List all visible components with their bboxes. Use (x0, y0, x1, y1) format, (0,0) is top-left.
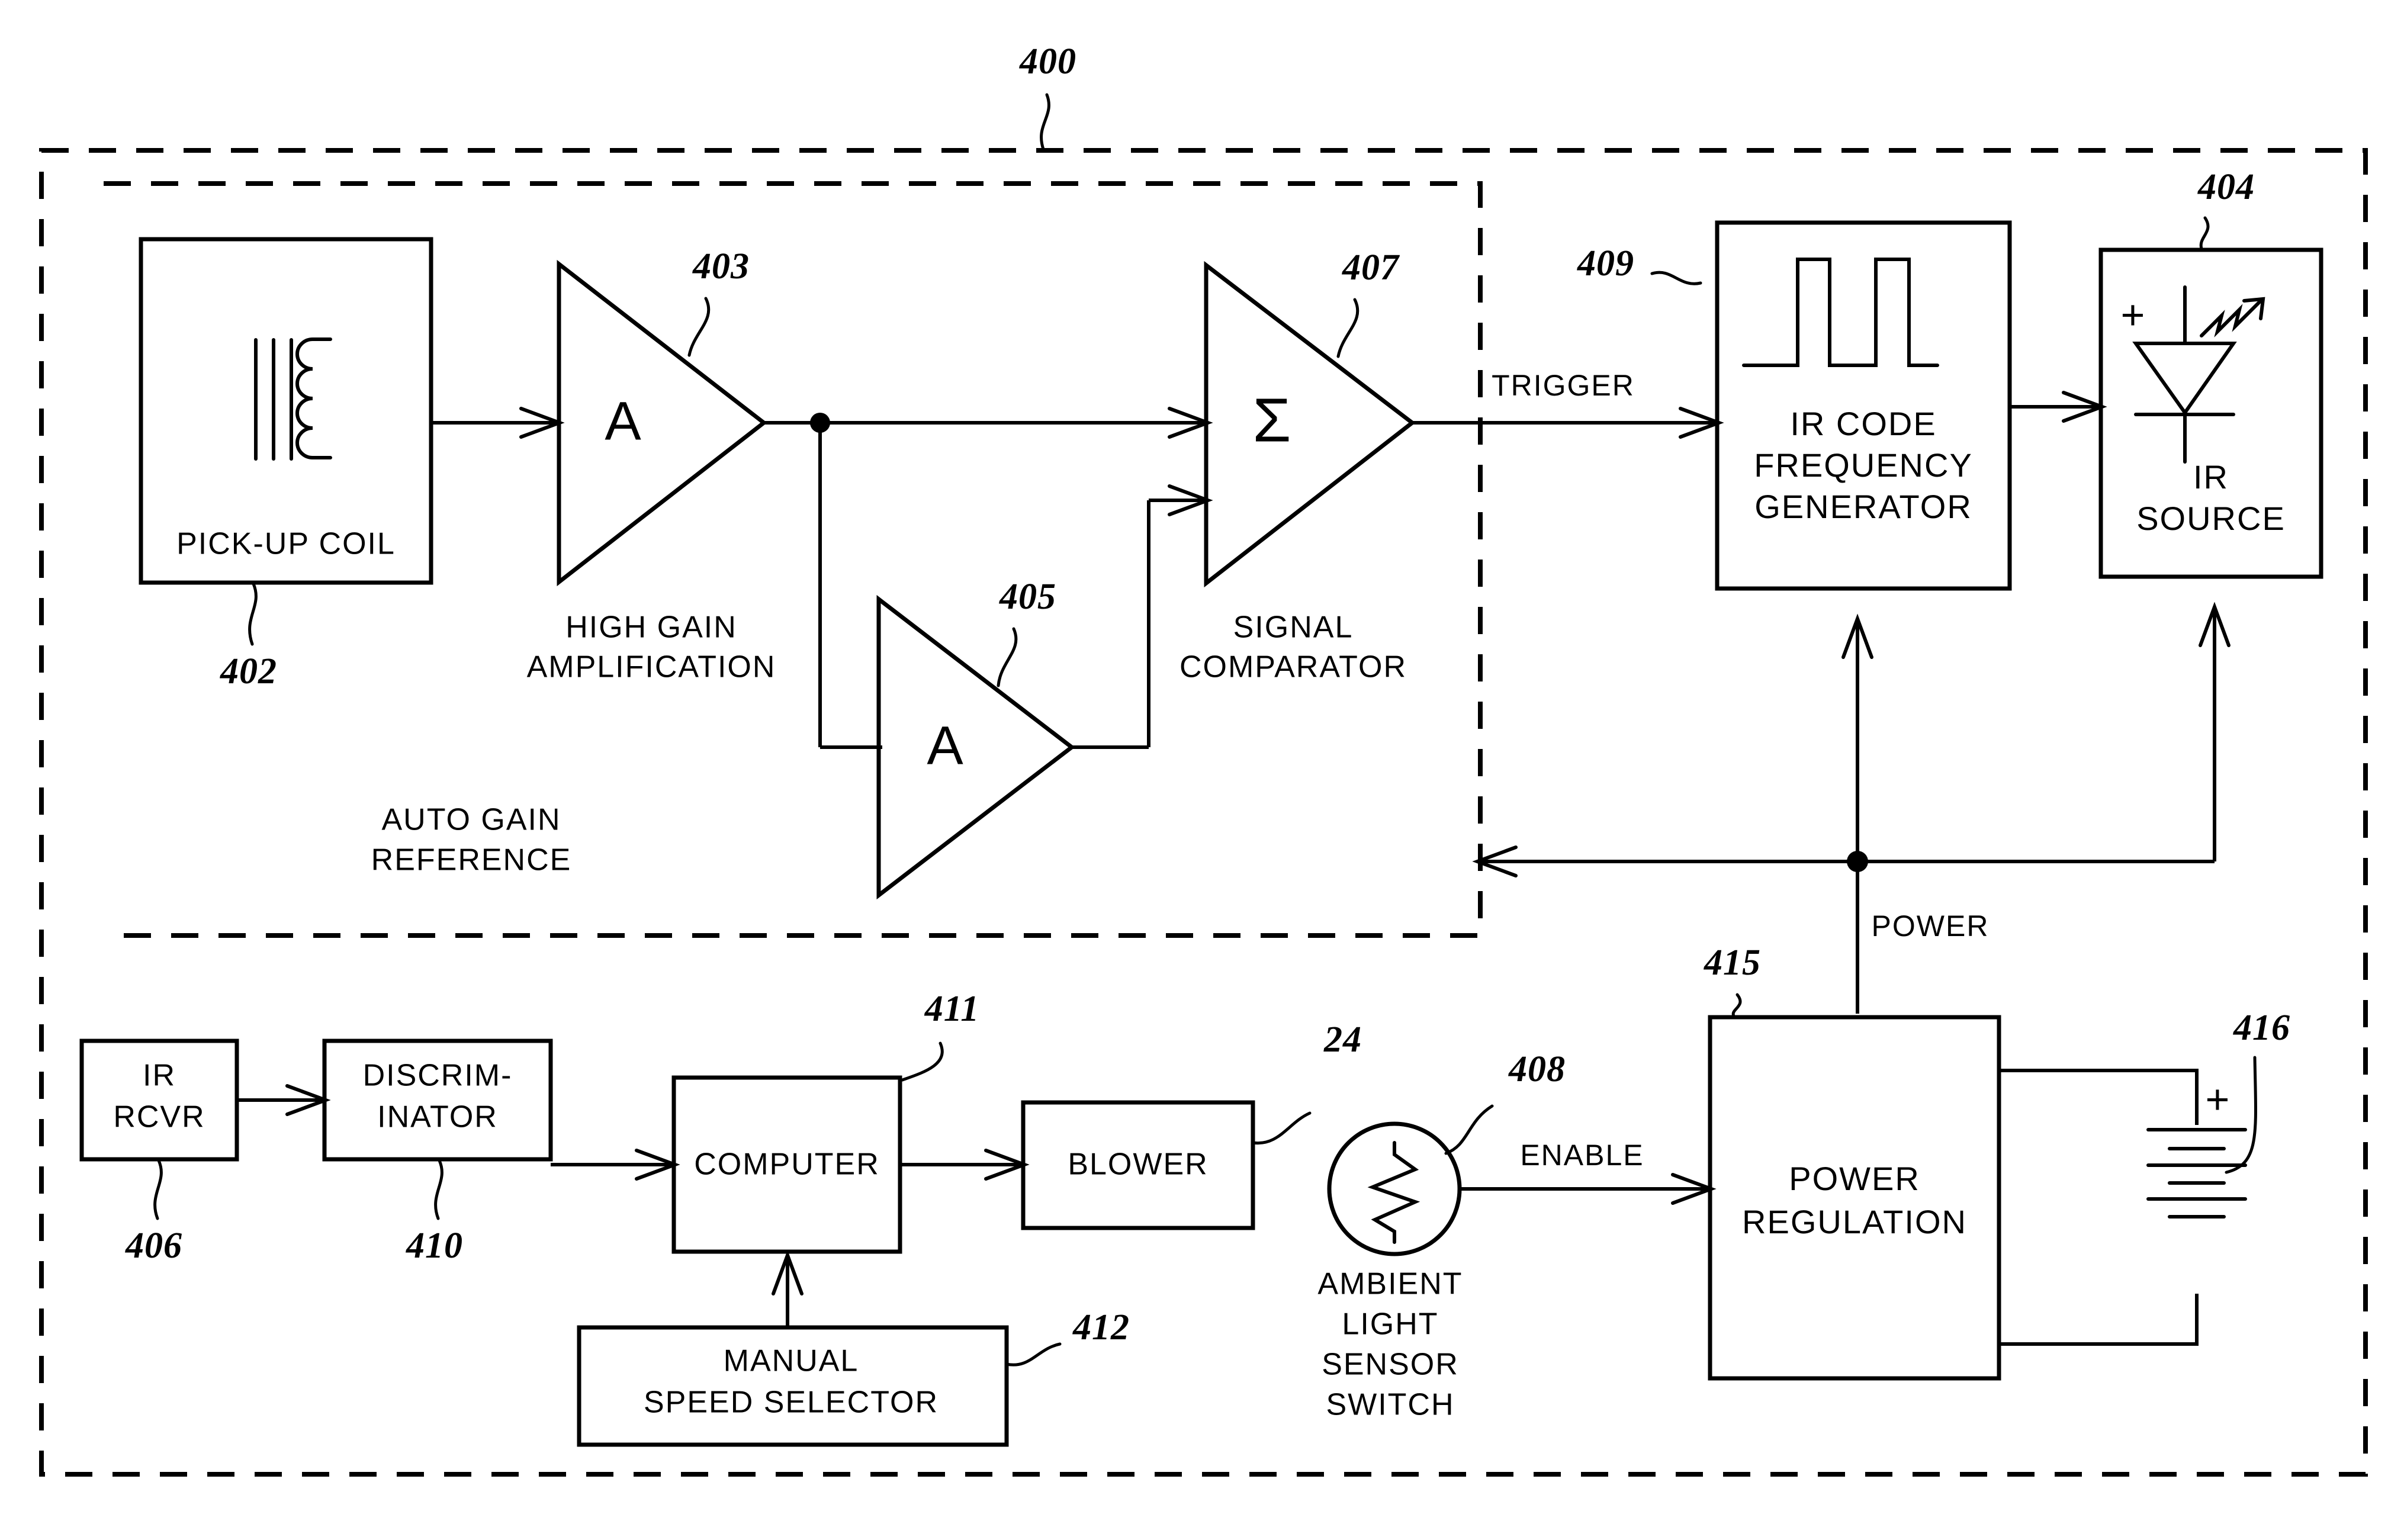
speed-selector-label-line2: SPEED SELECTOR (644, 1385, 939, 1420)
discriminator-label-line2: INATOR (377, 1100, 498, 1134)
wire-power-bus: POWER (1472, 602, 2231, 1014)
wire-speedselector-to-computer (772, 1250, 804, 1326)
block-ambient-light-sensor[interactable]: AMBIENT LIGHT SENSOR SWITCH (1317, 1121, 1463, 1422)
ref-409-label: 409 (1577, 243, 1634, 284)
ref-405: 405 (997, 577, 1056, 687)
ref-411-label: 411 (924, 989, 980, 1029)
ref-400: 400 (1019, 41, 1076, 151)
junction-dot (810, 413, 830, 433)
power-reg-label-line1: POWER (1789, 1160, 1920, 1197)
pulse-waveform-icon (1742, 258, 1939, 367)
blower-label: BLOWER (1068, 1147, 1208, 1182)
computer-label: COMPUTER (694, 1147, 880, 1182)
block-pickup-coil[interactable]: PICK-UP COIL (139, 237, 433, 585)
battery-icon (2146, 1128, 2247, 1219)
ref-404: 404 (2197, 167, 2255, 250)
ir-code-label-line3: GENERATOR (1754, 488, 1972, 525)
ref-405-label: 405 (999, 577, 1056, 617)
block-ir-rcvr[interactable]: IR RCVR (79, 1039, 239, 1162)
ref-412-label: 412 (1072, 1307, 1130, 1348)
discriminator-label-line1: DISCRIM- (363, 1059, 513, 1093)
wire-freqgen-to-irsource (2010, 391, 2107, 423)
ref-404-label: 404 (2197, 167, 2255, 207)
wire-rcvr-to-discriminator (237, 1084, 331, 1116)
comparator-label-line2: COMPARATOR (1179, 650, 1407, 684)
ref-408: 408 (1444, 1049, 1566, 1155)
ir-code-label-line1: IR CODE (1790, 405, 1936, 442)
ref-415-label: 415 (1704, 943, 1761, 983)
ambient-label-line1: AMBIENT (1317, 1267, 1463, 1301)
speed-selector-label-line1: MANUAL (724, 1344, 859, 1378)
power-reg-label-line2: REGULATION (1742, 1203, 1967, 1240)
block-computer[interactable]: COMPUTER (671, 1075, 902, 1254)
block-high-gain-amplifier[interactable]: A HIGH GAIN AMPLIFICATION (527, 259, 776, 684)
high-gain-label-line1: HIGH GAIN (565, 610, 737, 645)
ir-source-polarity: + (2121, 291, 2145, 337)
ref-412: 412 (1005, 1307, 1130, 1367)
ref-403: 403 (687, 246, 750, 357)
ambient-label-line3: SENSOR (1322, 1348, 1459, 1382)
sigma-glyph: Σ (1253, 386, 1291, 455)
ref-411: 411 (901, 989, 980, 1082)
block-discriminator[interactable]: DISCRIM- INATOR (322, 1039, 553, 1162)
ref-415: 415 (1704, 943, 1761, 1018)
ref-406-label: 406 (125, 1226, 182, 1266)
ir-code-label-line2: FREQUENCY (1754, 446, 1973, 484)
ir-rcvr-label-line1: IR (143, 1059, 176, 1093)
ambient-label-line4: SWITCH (1326, 1388, 1454, 1422)
comparator-label-line1: SIGNAL (1233, 610, 1354, 645)
ref-416: 416 (2225, 1008, 2290, 1174)
block-signal-comparator[interactable]: Σ SIGNAL COMPARATOR (1179, 261, 1416, 684)
figure-canvas: 400 PICK-UP COIL 402 A HIGH GAIN AMPLIFI… (39, 41, 2368, 1477)
power-label: POWER (1872, 909, 1990, 943)
auto-gain-label-line2: REFERENCE (371, 843, 572, 877)
ref-402-label: 402 (220, 651, 277, 692)
wire-trigger: TRIGGER (1412, 369, 1724, 439)
block-blower[interactable]: BLOWER (1021, 1100, 1255, 1230)
auto-gain-glyph: A (927, 715, 963, 776)
ref-24-label: 24 (1323, 1020, 1362, 1060)
ir-source-label-line2: SOURCE (2136, 500, 2286, 537)
block-battery: + (1999, 1069, 2247, 1346)
ref-410-label: 410 (406, 1226, 463, 1266)
ref-408-label: 408 (1508, 1049, 1566, 1089)
wire-coil-to-amp (431, 407, 565, 439)
battery-polarity: + (2206, 1076, 2230, 1122)
ref-400-label: 400 (1019, 41, 1076, 82)
auto-gain-label-line1: AUTO GAIN (381, 803, 561, 837)
ir-source-label-line1: IR (2193, 458, 2229, 496)
wire-computer-to-blower (900, 1149, 1030, 1181)
enable-label: ENABLE (1520, 1139, 1644, 1172)
ref-24: 24 (1251, 1020, 1362, 1145)
ir-rcvr-label-line2: RCVR (113, 1100, 205, 1134)
ref-416-label: 416 (2233, 1008, 2290, 1048)
ref-406: 406 (125, 1159, 182, 1266)
photoresistor-icon (1367, 1141, 1420, 1244)
pickup-coil-label: PICK-UP COIL (176, 527, 396, 561)
wire-discriminator-to-computer (551, 1149, 680, 1181)
ref-402: 402 (220, 582, 277, 692)
ref-407: 407 (1336, 247, 1400, 358)
ref-403-label: 403 (692, 246, 750, 287)
patent-figure: 400 PICK-UP COIL 402 A HIGH GAIN AMPLIFI… (0, 0, 2404, 1540)
block-ir-source[interactable]: + IR SOURCE (2098, 247, 2323, 579)
ref-409: 409 (1577, 243, 1702, 285)
high-gain-label-line2: AMPLIFICATION (527, 650, 776, 684)
ref-410: 410 (406, 1159, 463, 1266)
ambient-label-line2: LIGHT (1342, 1307, 1438, 1342)
block-manual-speed-selector[interactable]: MANUAL SPEED SELECTOR (577, 1325, 1009, 1447)
trigger-label: TRIGGER (1492, 369, 1635, 402)
block-ir-code-frequency-generator[interactable]: IR CODE FREQUENCY GENERATOR (1715, 220, 2012, 591)
amplifier-glyph: A (605, 391, 641, 451)
wire-enable: ENABLE (1460, 1139, 1717, 1205)
led-icon: + (2121, 285, 2265, 464)
block-power-regulation[interactable]: POWER REGULATION (1708, 1015, 2001, 1381)
wire-amp-output (764, 407, 1213, 749)
wire-autogain-to-comparator (1072, 484, 1213, 749)
coil-icon (254, 337, 332, 461)
ref-407-label: 407 (1342, 247, 1400, 288)
